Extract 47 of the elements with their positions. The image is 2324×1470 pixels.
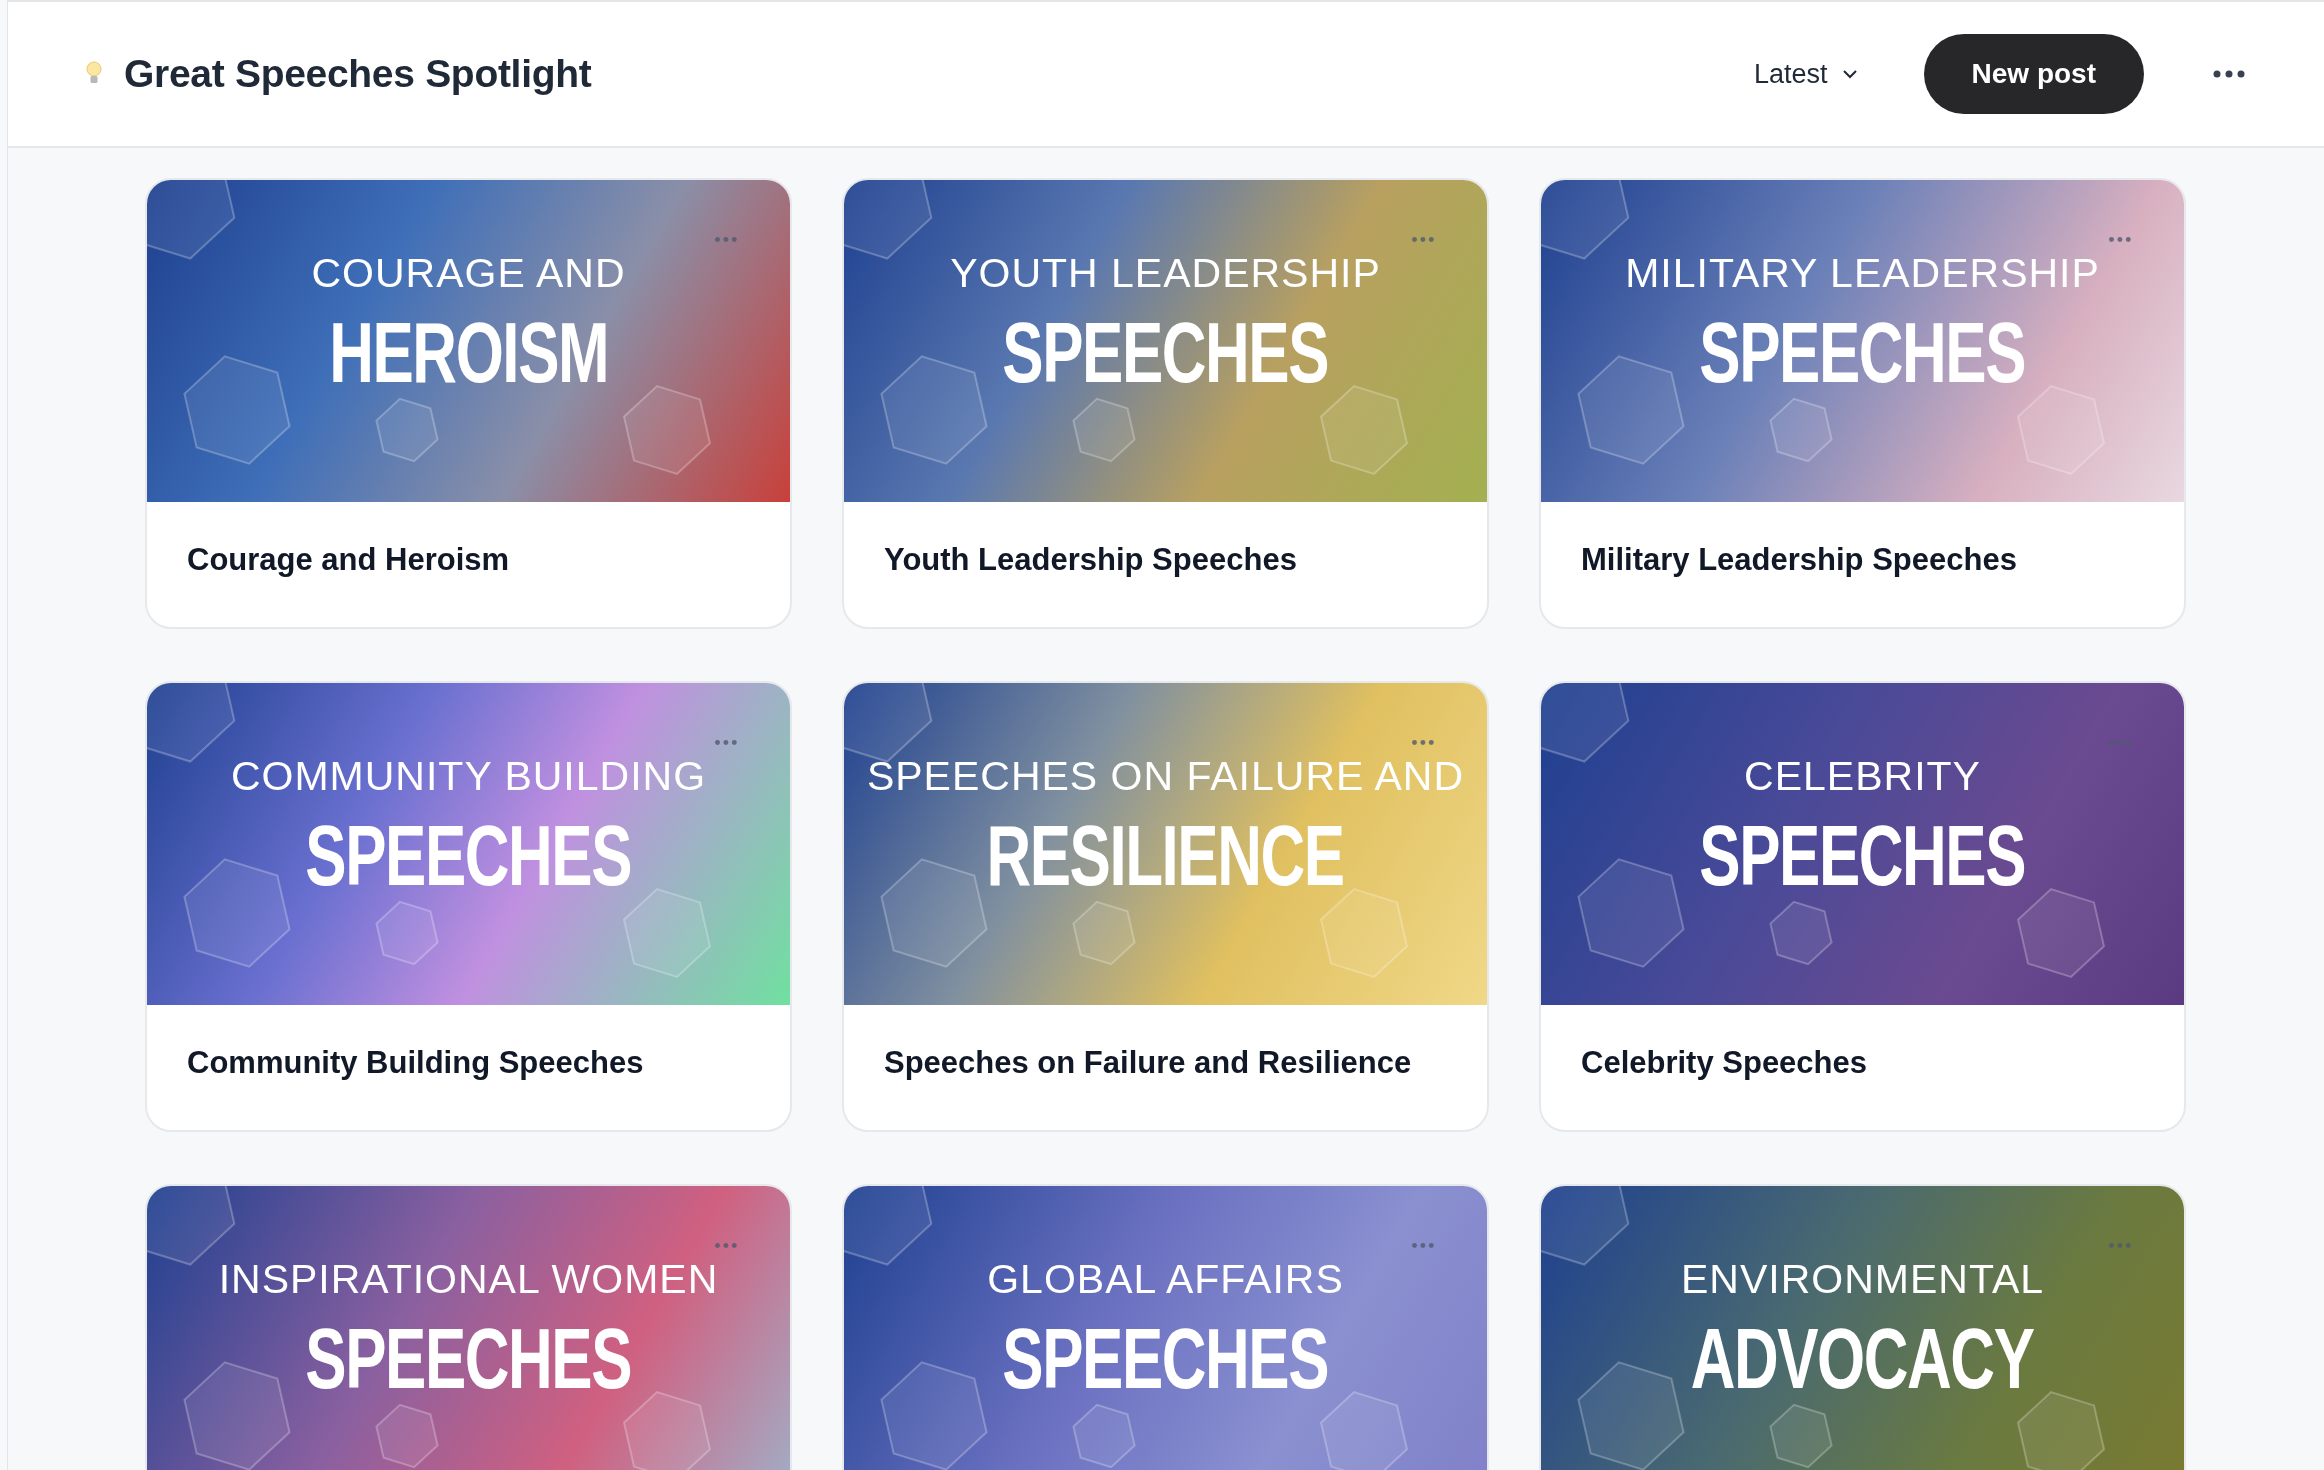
page-title: Great Speeches Spotlight <box>124 52 593 96</box>
more-icon <box>2108 1242 2132 1249</box>
banner-heading: SPEECHES <box>1699 303 2026 402</box>
banner-heading: SPEECHES <box>1699 806 2026 905</box>
post-card[interactable]: INSPIRATIONAL WOMEN SPEECHES <box>145 1184 792 1470</box>
sort-dropdown[interactable]: Latest <box>1743 50 1868 98</box>
more-icon <box>714 1242 738 1249</box>
card-title: Military Leadership Speeches <box>1580 541 2018 579</box>
post-card[interactable]: YOUTH LEADERSHIP SPEECHES Youth Leadership Speeches <box>842 178 1489 629</box>
card-title: Courage and Heroism <box>186 541 511 579</box>
banner-subtitle: COURAGE AND <box>311 250 626 297</box>
banner-subtitle: ENVIRONMENTAL <box>1680 1256 2045 1303</box>
banner-subtitle: YOUTH LEADERSHIP <box>950 250 1381 297</box>
banner-heading: ADVOCACY <box>1691 1309 2034 1408</box>
more-icon <box>714 236 738 243</box>
banner-subtitle: MILITARY LEADERSHIP <box>1625 250 2100 297</box>
card-title: Celebrity Speeches <box>1580 1044 1869 1082</box>
card-title: Community Building Speeches <box>186 1044 645 1082</box>
card-title: Speeches on Failure and Resilience <box>883 1044 1413 1082</box>
banner-subtitle: SPEECHES ON FAILURE AND <box>866 753 1465 800</box>
more-icon <box>1411 1242 1435 1249</box>
post-card[interactable]: CELEBRITY SPEECHES Celebrity Speeches <box>1539 681 2186 1132</box>
more-icon <box>714 739 738 746</box>
chevron-down-icon <box>1841 69 1858 79</box>
banner-subtitle: GLOBAL AFFAIRS <box>987 1256 1344 1303</box>
more-icon <box>1411 739 1435 746</box>
new-post-button[interactable]: New post <box>1923 34 2144 114</box>
post-card[interactable]: COURAGE AND HEROISM Courage and Heroism <box>145 178 792 629</box>
post-card[interactable]: COMMUNITY BUILDING SPEECHES Community Building Speeches <box>145 681 792 1132</box>
banner-heading: HEROISM <box>329 303 608 402</box>
more-icon <box>2108 236 2132 243</box>
card-title: Youth Leadership Speeches <box>883 541 1298 579</box>
post-card[interactable]: GLOBAL AFFAIRS SPEECHES <box>842 1184 1489 1470</box>
post-card[interactable]: ENVIRONMENTAL ADVOCACY <box>1539 1184 2186 1470</box>
banner-heading: RESILIENCE <box>986 806 1345 905</box>
post-card[interactable]: SPEECHES ON FAILURE AND RESILIENCE Speeches on Failure and Resilience <box>842 681 1489 1132</box>
more-icon <box>1411 236 1435 243</box>
banner-subtitle: INSPIRATIONAL WOMEN <box>218 1256 719 1303</box>
banner-subtitle: CELEBRITY <box>1744 753 1981 800</box>
post-card[interactable]: MILITARY LEADERSHIP SPEECHES Military Leadership Speeches <box>1539 178 2186 629</box>
banner-heading: SPEECHES <box>1002 1309 1329 1408</box>
banner-heading: SPEECHES <box>305 806 632 905</box>
banner-heading: SPEECHES <box>1002 303 1329 402</box>
banner-heading: SPEECHES <box>305 1309 632 1408</box>
banner-subtitle: COMMUNITY BUILDING <box>230 753 707 800</box>
more-icon <box>2212 69 2246 79</box>
more-icon <box>2108 739 2132 746</box>
